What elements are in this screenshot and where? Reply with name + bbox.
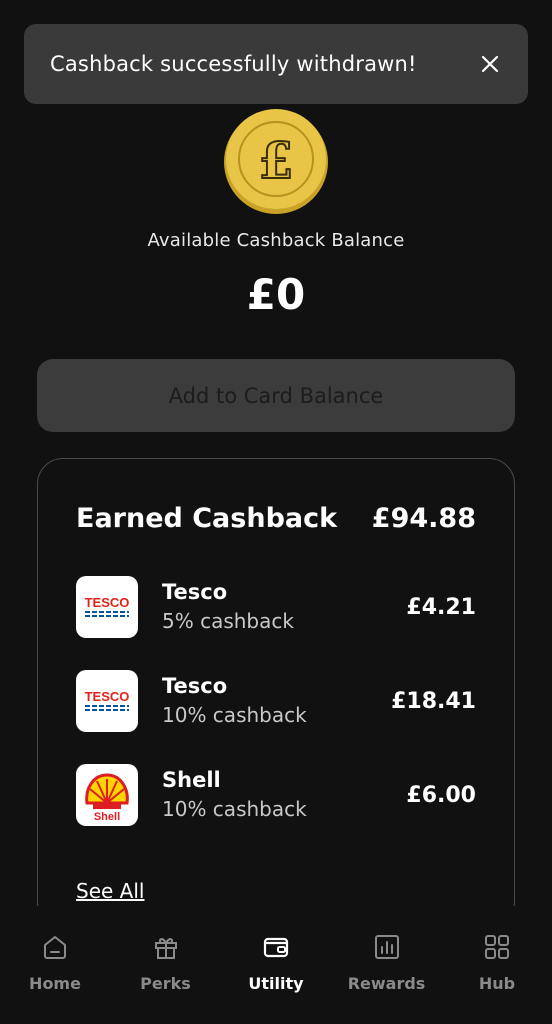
cashback-rate: 10% cashback [162,797,307,821]
list-item[interactable]: Shell Shell 10% cashback £6.00 [76,764,476,826]
wallet-icon [263,937,289,958]
nav-rewards[interactable]: Rewards [332,906,442,1024]
pound-coin-icon: £ [222,108,330,216]
nav-hub[interactable]: Hub [442,906,552,1024]
balance-value: £0 [246,270,306,319]
nav-label: Hub [478,974,516,993]
merchant-name: Shell [162,768,221,792]
grid-icon [485,935,509,959]
add-to-card-balance-button[interactable]: Add to Card Balance [37,359,515,432]
merchant-name: Tesco [162,580,228,604]
svg-text:TESCO: TESCO [85,595,130,610]
home-icon [44,936,66,959]
list-item[interactable]: TESCO Tesco 10% cashback £18.41 [76,670,476,732]
earned-cashback-total: £94.88 [371,503,476,534]
nav-utility[interactable]: Utility [221,906,331,1024]
nav-label: Home [29,974,81,993]
cashback-rate: 10% cashback [162,703,307,727]
success-toast: Cashback successfully withdrawn! [24,24,528,104]
earned-cashback-card: Earned Cashback £94.88 TESCO Tesco 5% ca… [37,458,515,928]
toast-message: Cashback successfully withdrawn! [50,52,417,76]
earned-cashback-header: Earned Cashback £94.88 [76,503,476,534]
earned-cashback-title: Earned Cashback [76,503,338,534]
svg-text:Shell: Shell [94,811,120,823]
shell-logo: Shell [76,764,138,826]
svg-text:TESCO: TESCO [85,689,130,704]
bottom-nav: Home Perks Utility Rewards Hub [0,906,552,1024]
coin-symbol: £ [259,131,294,190]
cashback-rate: 5% cashback [162,609,294,633]
cashback-amount: £4.21 [406,594,476,620]
cashback-amount: £18.41 [391,688,476,714]
tesco-logo: TESCO [76,576,138,638]
list-item[interactable]: TESCO Tesco 5% cashback £4.21 [76,576,476,638]
nav-label: Rewards [347,974,426,993]
nav-label: Perks [140,974,191,993]
nav-home[interactable]: Home [0,906,110,1024]
see-all-link[interactable]: See All [76,879,144,903]
gift-icon [154,938,177,959]
nav-perks[interactable]: Perks [111,906,221,1024]
cashback-amount: £6.00 [406,782,476,808]
nav-label: Utility [248,974,304,993]
merchant-name: Tesco [162,674,228,698]
balance-label: Available Cashback Balance [147,230,405,251]
chart-icon [374,935,399,959]
close-icon[interactable] [478,52,502,76]
tesco-logo: TESCO [76,670,138,732]
